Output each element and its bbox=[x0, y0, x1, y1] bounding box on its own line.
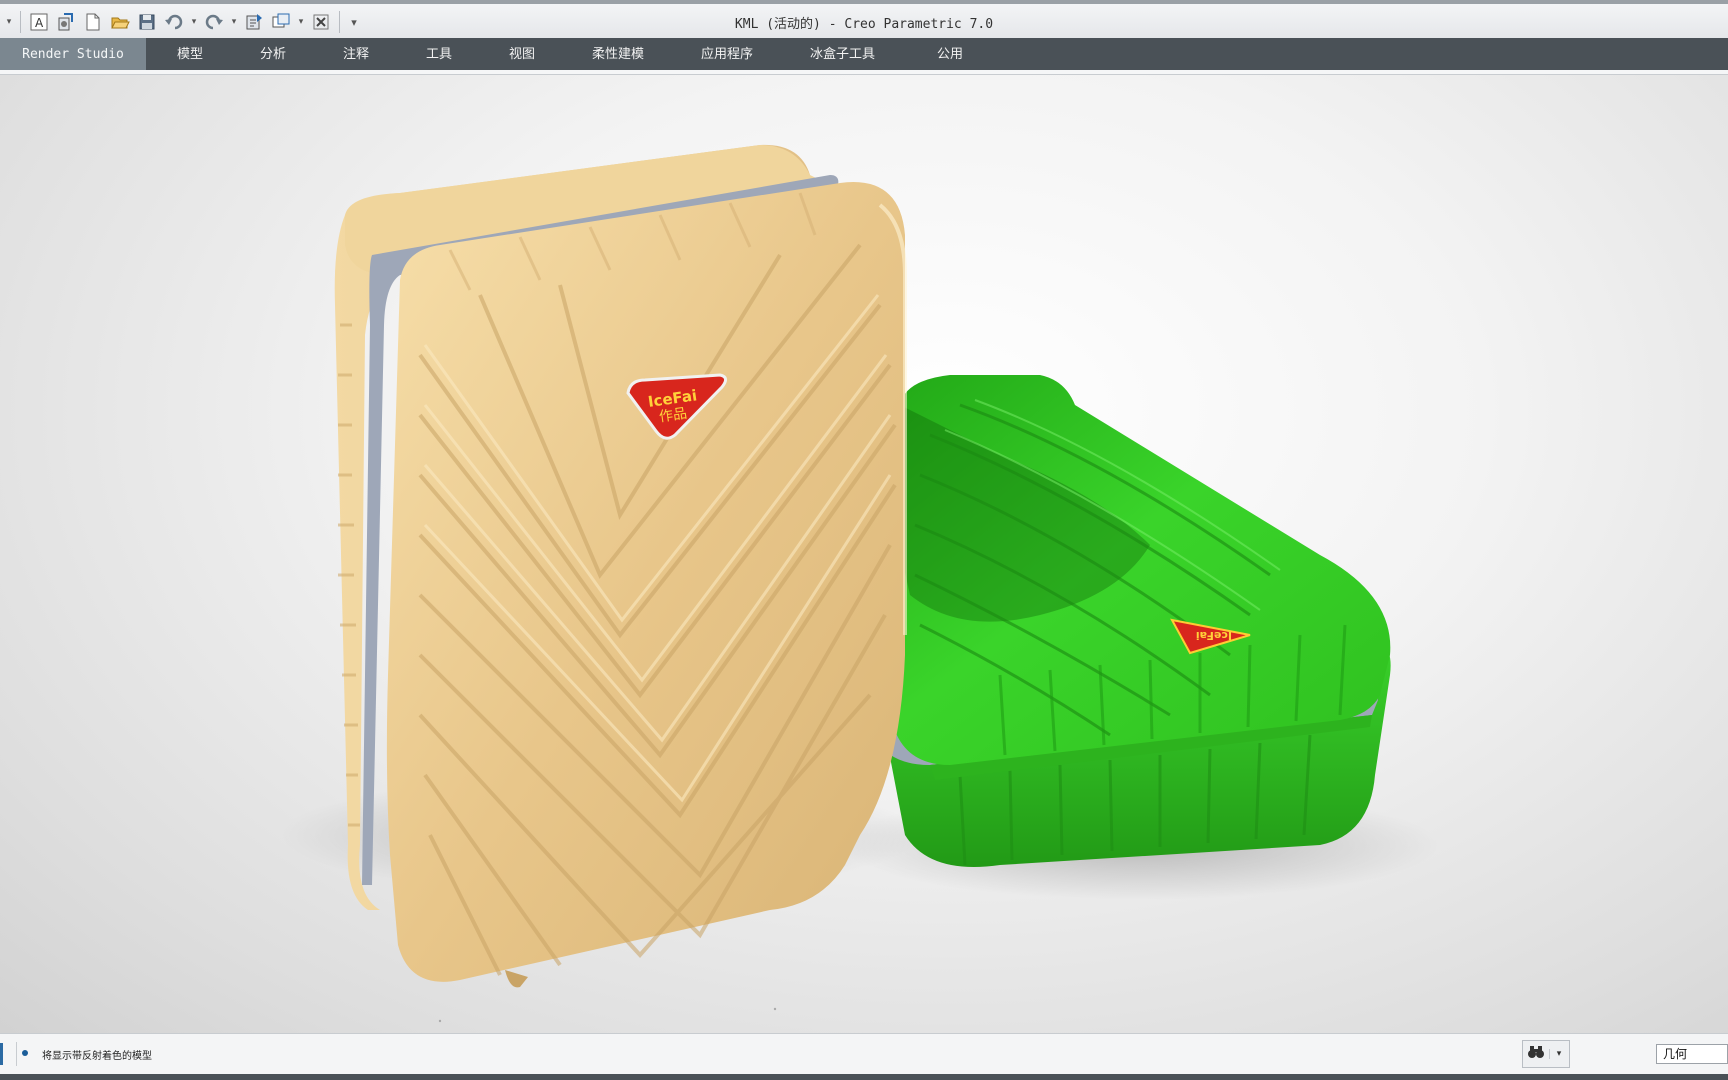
status-message: 将显示带反射着色的模型 bbox=[42, 1051, 152, 1062]
rendered-scene: IceFai IceFai 作品 bbox=[280, 144, 1440, 1023]
graphics-viewport[interactable]: IceFai IceFai 作品 bbox=[0, 75, 1728, 1033]
status-indicator bbox=[0, 1043, 3, 1065]
binoculars-icon bbox=[1523, 1044, 1549, 1064]
tab-tools[interactable]: 工具 bbox=[426, 38, 452, 70]
selection-filter[interactable]: 几何 bbox=[1656, 1044, 1728, 1064]
status-divider bbox=[16, 1042, 17, 1066]
bottom-edge bbox=[0, 1074, 1728, 1080]
find-button[interactable]: ▾ bbox=[1522, 1040, 1570, 1068]
tab-common[interactable]: 公用 bbox=[937, 38, 963, 70]
tab-icebox-tools[interactable]: 冰盒子工具 bbox=[810, 38, 875, 70]
message-bullet-icon bbox=[22, 1050, 28, 1056]
tab-view[interactable]: 视图 bbox=[509, 38, 535, 70]
ribbon-tab-bar: Render Studio 模型 分析 注释 工具 视图 柔性建模 应用程序 冰… bbox=[0, 38, 1728, 91]
tab-model[interactable]: 模型 bbox=[177, 38, 203, 70]
tab-analysis[interactable]: 分析 bbox=[260, 38, 286, 70]
tab-render-studio[interactable]: Render Studio bbox=[0, 38, 146, 70]
status-bar: 将显示带反射着色的模型 ▾ 几何 bbox=[0, 1033, 1728, 1075]
window-title: KML (活动的) - Creo Parametric 7.0 bbox=[734, 17, 994, 32]
green-badge-text: IceFai bbox=[1196, 629, 1232, 642]
find-dropdown-icon[interactable]: ▾ bbox=[1549, 1049, 1568, 1059]
tan-suitcase-model: IceFai 作品 bbox=[334, 144, 907, 988]
green-suitcase-model: IceFai bbox=[878, 375, 1391, 867]
tab-applications[interactable]: 应用程序 bbox=[701, 38, 753, 70]
tab-annotate[interactable]: 注释 bbox=[343, 38, 369, 70]
tab-flexible-modeling[interactable]: 柔性建模 bbox=[592, 38, 644, 70]
title-bar: ▾ A ▾ ▾ ▾ ▾ KML (活动的) - Creo Parametric … bbox=[0, 0, 1728, 38]
